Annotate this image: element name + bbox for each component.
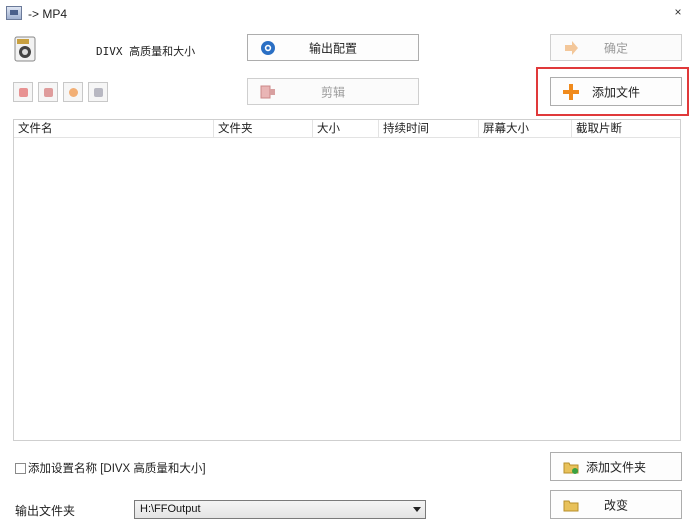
chevron-down-icon	[413, 507, 421, 512]
ok-label: 确定	[603, 41, 628, 55]
column-header-filename[interactable]: 文件名	[14, 120, 214, 138]
play-icon	[69, 88, 78, 97]
app-icon	[6, 6, 22, 20]
info-icon	[94, 88, 103, 97]
column-header-folder[interactable]: 文件夹	[214, 120, 313, 138]
add-file-button[interactable]: 添加文件	[550, 77, 682, 106]
info-button[interactable]	[88, 82, 108, 102]
remove-file-button[interactable]	[13, 82, 33, 102]
small-toolbar	[13, 82, 108, 104]
divx-preset-icon	[14, 36, 36, 62]
window-title: -> MP4	[28, 7, 68, 21]
add-preset-name-option[interactable]: 添加设置名称 [DIVX 高质量和大小]	[15, 460, 206, 476]
file-list-table[interactable]: 文件名 文件夹 大小 持续时间 屏幕大小 截取片断	[13, 119, 681, 441]
clear-list-button[interactable]	[38, 82, 58, 102]
output-config-button[interactable]: 输出配置	[247, 34, 419, 61]
output-folder-label: 输出文件夹	[15, 504, 76, 518]
change-label: 改变	[603, 498, 628, 512]
clear-icon	[44, 88, 53, 97]
change-button[interactable]: 改变	[550, 490, 682, 519]
ok-button[interactable]: 确定	[550, 34, 682, 61]
add-file-label: 添加文件	[591, 85, 640, 99]
output-folder-value: H:\FFOutput	[140, 503, 201, 515]
title-bar: -> MP4 ×	[0, 0, 692, 28]
add-preset-name-checkbox[interactable]	[15, 462, 26, 474]
column-header-duration[interactable]: 持续时间	[379, 120, 479, 138]
add-folder-button[interactable]: 添加文件夹	[550, 452, 682, 481]
column-header-size[interactable]: 大小	[313, 120, 379, 138]
close-button[interactable]: ×	[670, 4, 686, 20]
edit-label: 剪辑	[320, 85, 345, 99]
output-folder-select[interactable]: H:\FFOutput	[134, 500, 426, 519]
output-config-label: 输出配置	[308, 41, 357, 55]
column-header-clip[interactable]: 截取片断	[572, 120, 680, 138]
add-preset-name-label: 添加设置名称 [DIVX 高质量和大小]	[28, 463, 206, 475]
table-header: 文件名 文件夹 大小 持续时间 屏幕大小 截取片断	[14, 120, 680, 138]
column-header-screen-size[interactable]: 屏幕大小	[479, 120, 572, 138]
edit-button[interactable]: 剪辑	[247, 78, 419, 105]
remove-icon	[19, 88, 28, 97]
play-button[interactable]	[63, 82, 83, 102]
preset-name: DIVX 高质量和大小	[96, 45, 196, 58]
add-folder-label: 添加文件夹	[585, 460, 646, 474]
